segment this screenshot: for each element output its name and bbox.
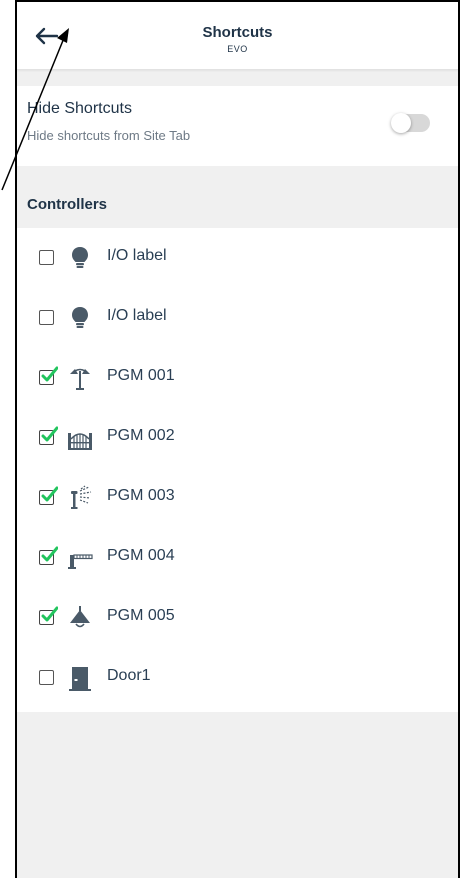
controller-item[interactable]: PGM 001 <box>17 348 458 408</box>
controllers-section-header: Controllers <box>27 196 108 213</box>
controller-item[interactable]: PGM 003 <box>17 468 458 528</box>
hide-shortcuts-setting: Hide Shortcuts Hide shortcuts from Site … <box>17 86 458 166</box>
controller-label: PGM 005 <box>107 607 175 624</box>
checkbox[interactable] <box>39 310 54 325</box>
controller-label: I/O label <box>107 307 167 324</box>
top-app-bar: Shortcuts EVO <box>17 2 458 70</box>
page-subtitle: EVO <box>227 44 248 54</box>
check-icon <box>41 426 58 442</box>
garden-light-icon <box>70 368 90 390</box>
checkbox[interactable] <box>39 366 58 385</box>
controller-label: PGM 003 <box>107 487 175 504</box>
hide-shortcuts-title: Hide Shortcuts <box>27 100 132 117</box>
controller-item[interactable]: PGM 004 <box>17 528 458 588</box>
checkbox[interactable] <box>39 426 58 445</box>
checkbox[interactable] <box>39 606 58 625</box>
checkbox[interactable] <box>39 546 58 565</box>
sprinkler-icon <box>71 485 92 509</box>
checkbox[interactable] <box>39 250 54 265</box>
controller-item[interactable]: I/O label <box>17 228 458 288</box>
controller-item[interactable]: Door1 <box>17 648 458 708</box>
gate-icon <box>68 433 92 450</box>
check-icon <box>41 546 58 562</box>
door-icon <box>69 667 91 691</box>
controllers-list: I/O label I/O label PGM 001 PGM 002 PGM … <box>17 228 458 712</box>
controller-label: I/O label <box>107 247 167 264</box>
light-bulb-icon <box>72 307 88 328</box>
controller-item[interactable]: PGM 005 <box>17 588 458 648</box>
page-title: Shortcuts <box>202 24 273 41</box>
check-icon <box>41 606 58 622</box>
light-bulb-icon <box>72 247 88 268</box>
controller-label: Door1 <box>107 667 151 684</box>
check-icon <box>41 366 58 382</box>
controller-label: PGM 002 <box>107 427 175 444</box>
checkbox[interactable] <box>39 486 58 505</box>
pendant-lamp-icon <box>70 606 90 628</box>
controller-item[interactable]: I/O label <box>17 288 458 348</box>
controller-label: PGM 001 <box>107 367 175 384</box>
controller-label: PGM 004 <box>107 547 175 564</box>
app-screen: Shortcuts EVO Hide Shortcuts Hide shortc… <box>15 0 460 878</box>
checkbox[interactable] <box>39 670 54 685</box>
toggle-knob <box>391 113 411 133</box>
barrier-icon <box>68 554 93 569</box>
controller-item[interactable]: PGM 002 <box>17 408 458 468</box>
check-icon <box>41 486 58 502</box>
hide-shortcuts-description: Hide shortcuts from Site Tab <box>27 128 191 143</box>
hide-shortcuts-toggle[interactable] <box>391 113 430 133</box>
